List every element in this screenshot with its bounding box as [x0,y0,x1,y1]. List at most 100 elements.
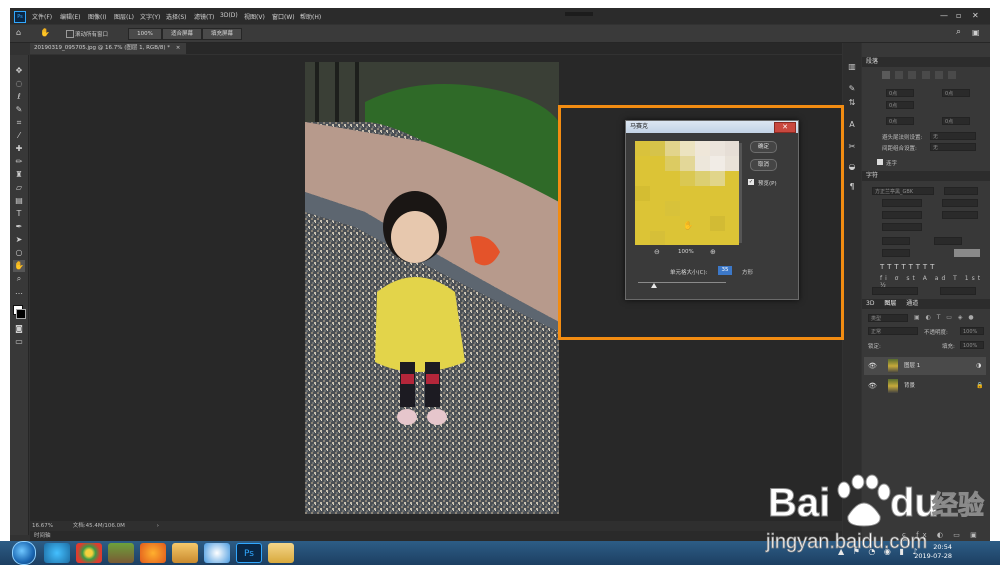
justify-icon[interactable] [921,71,930,79]
document-image[interactable] [305,62,559,514]
move-tool-icon[interactable]: ✥ [13,65,25,77]
timeline-bar[interactable]: 时间轴 [30,531,842,541]
fill-screen-button[interactable]: 填充屏幕 [202,28,242,40]
mosaic-preview[interactable]: ✋ [635,141,739,245]
horizontal-scale-field[interactable] [934,237,962,245]
more-tools-icon[interactable]: … [13,286,25,298]
menu-edit[interactable]: 编辑(E) [60,12,80,21]
close-button[interactable]: ✕ [972,11,979,20]
align-left-icon[interactable] [882,71,890,79]
workspace-icon[interactable]: ▣ [972,28,980,37]
menu-filter[interactable]: 滤镜(T) [194,12,214,21]
menu-layer[interactable]: 图层(L) [114,12,134,21]
text-color-swatch[interactable] [954,249,980,257]
menu-view[interactable]: 视图(V) [244,12,265,21]
paragraph-icon[interactable]: ¶ [846,181,858,193]
justify-all-icon[interactable] [948,71,957,79]
antialias-select[interactable] [940,287,976,295]
brush-tool-icon[interactable]: ✏ [13,156,25,168]
ok-button[interactable]: 确定 [750,141,777,153]
menu-window[interactable]: 窗口(W) [272,12,295,21]
cell-size-input[interactable]: 35 [718,266,732,275]
zoom-out-icon[interactable]: ⊖ [654,248,660,256]
eyedropper-tool-icon[interactable]: ⁄ [13,130,25,142]
eye-icon[interactable]: 👁 [868,377,877,395]
cancel-button[interactable]: 取消 [750,159,777,171]
spacing-select[interactable]: 无 [930,143,976,151]
text-tool-icon[interactable]: T [13,208,25,220]
explorer-icon[interactable] [268,543,294,563]
crop-tool-icon[interactable]: ⌗ [13,117,25,129]
scroll-all-checkbox[interactable] [66,30,74,38]
quick-mask-icon[interactable]: ◙ [13,323,25,335]
chrome-icon[interactable] [76,543,102,563]
cell-size-slider-thumb[interactable] [650,283,657,288]
start-button[interactable] [12,541,36,565]
baseline-field[interactable] [882,249,910,257]
indent-left-field[interactable]: 0点 [886,89,914,97]
zoom-100-button[interactable]: 100% [128,28,162,40]
tab-channels[interactable]: 通道 [902,300,918,307]
eye-icon[interactable]: 👁 [868,357,877,375]
align-center-icon[interactable] [895,71,904,79]
layer-name[interactable]: 背景 [904,377,915,395]
tracking-field[interactable] [942,211,978,219]
dialog-title-bar[interactable]: 马赛克 ✕ [626,121,798,133]
scale-field[interactable] [882,223,922,231]
menu-help[interactable]: 帮助(H) [300,12,321,21]
align-right-icon[interactable] [908,71,917,79]
text-style-buttons[interactable]: TTTTTTTT [880,263,937,271]
justify-last-icon[interactable] [934,71,943,79]
indent-right-field[interactable]: 0点 [942,89,970,97]
hyphenate-checkbox[interactable] [877,159,883,165]
search-icon[interactable]: ⌕ [956,27,961,37]
quick-select-tool-icon[interactable]: ✎ [13,104,25,116]
tab-3d[interactable]: 3D [862,300,874,307]
foreground-color-swatch[interactable] [16,309,26,319]
minecraft-icon[interactable] [108,543,134,563]
healing-brush-icon[interactable]: ✚ [13,143,25,155]
adjust-icon[interactable]: ⇅ [846,97,858,109]
paragraph-panel-header[interactable]: 段落 [862,57,990,67]
history-icon[interactable]: ▥ [846,61,858,73]
brush-settings-icon[interactable]: ✎ [846,83,858,95]
document-tab[interactable]: 20190319_095705.jpg @ 16.7% (图层 1, RGB/8… [30,43,186,54]
vertical-scale-field[interactable] [882,237,910,245]
menu-image[interactable]: 图像(I) [88,12,106,21]
minimize-button[interactable]: — [940,11,948,20]
menu-file[interactable]: 文件(F) [32,12,52,21]
first-line-indent-field[interactable]: 0点 [886,101,914,109]
pen-tool-icon[interactable]: ✒ [13,221,25,233]
leading-field[interactable] [942,199,978,207]
layer-name[interactable]: 图层 1 [904,357,920,375]
font-size-field[interactable] [882,199,922,207]
preview-checkbox[interactable]: ✓ [748,179,754,185]
character-icon[interactable]: A [846,119,858,131]
blend-mode-select[interactable]: 正常 [868,327,918,335]
kerning-field[interactable] [882,211,922,219]
fill-field[interactable]: 100% [960,341,984,349]
close-tab-icon[interactable]: × [176,45,181,51]
ie-icon[interactable] [44,543,70,563]
dialog-close-icon[interactable]: ✕ [774,122,796,133]
menu-type[interactable]: 文字(Y) [140,12,160,21]
preview-scrollbar[interactable] [739,143,742,243]
layer-filter-icons[interactable]: ▣ ◐ T ▭ ◈ ● [914,314,976,321]
3d-icon[interactable]: ◒ [846,161,858,173]
photoshop-taskbar-icon[interactable]: Ps [236,543,262,563]
tools-icon[interactable]: ✂ [846,141,858,153]
marquee-tool-icon[interactable]: ◌ [13,78,25,90]
zoom-in-icon[interactable]: ⊕ [710,248,716,256]
clone-stamp-icon[interactable]: ♜ [13,169,25,181]
baidu-netdisk-icon[interactable] [204,543,230,563]
screen-mode-icon[interactable]: ▭ [13,336,25,348]
font-style-select[interactable] [944,187,978,195]
maximize-button[interactable]: ▫ [956,11,961,20]
status-arrow-icon[interactable]: › [157,523,159,529]
menu-3d[interactable]: 3D(D) [220,12,238,19]
notes-icon[interactable] [172,543,198,563]
tab-layers[interactable]: 图层 [880,300,896,307]
menu-select[interactable]: 选择(S) [166,12,187,21]
hand-tool-icon[interactable]: ✋ [13,260,25,272]
gradient-tool-icon[interactable]: ▤ [13,195,25,207]
